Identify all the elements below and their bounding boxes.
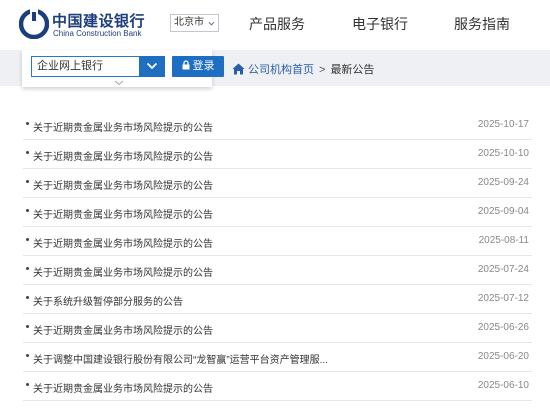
notice-title[interactable]: 关于近期贵金属业务市场风险提示的公告 [33, 206, 213, 221]
logo-english-name: China Construction Bank [53, 29, 142, 38]
notice-date: 2025-09-04 [477, 206, 529, 217]
login-button-label: 登录 [192, 60, 215, 72]
notice-title[interactable]: 关于近期贵金属业务市场风险提示的公告 [33, 119, 213, 134]
breadcrumb-separator: > [319, 64, 326, 76]
notice-title[interactable]: 关于近期贵金属业务市场风险提示的公告 [33, 264, 213, 279]
online-bank-select-value: 企业网上银行 [37, 60, 103, 72]
notice-item[interactable]: 关于近期贵金属业务市场风险提示的公告 2025-09-24 [23, 169, 532, 198]
bullet-dot [26, 296, 29, 299]
ccb-logo[interactable]: 中国建设银行 China Construction Bank [19, 9, 169, 43]
collapse-chevron-icon[interactable] [114, 80, 124, 86]
city-select[interactable]: 北京市 [170, 14, 219, 32]
home-icon [232, 63, 245, 75]
logo-chinese-name: 中国建设银行 [52, 13, 146, 30]
login-button[interactable]: 登录 [172, 56, 224, 77]
breadcrumb-current: 最新公告 [330, 64, 375, 76]
bullet-dot [26, 238, 29, 241]
bullet-dot [26, 383, 29, 386]
bullet-dot [26, 325, 29, 328]
notice-date: 2025-10-10 [477, 148, 529, 159]
notice-title[interactable]: 关于近期贵金属业务市场风险提示的公告 [33, 380, 213, 395]
bullet-dot [26, 180, 29, 183]
notice-item[interactable]: 关于近期贵金属业务市场风险提示的公告 2025-06-10 [23, 372, 532, 401]
notice-item[interactable]: 关于系统升级暂停部分服务的公告 2025-07-12 [23, 285, 532, 314]
bullet-dot [26, 209, 29, 212]
notice-date: 2025-08-11 [478, 235, 529, 246]
notice-item[interactable]: 关于近期贵金属业务市场风险提示的公告 2025-07-24 [23, 256, 532, 285]
chevron-down-icon [208, 21, 215, 26]
notice-date: 2025-07-24 [477, 264, 529, 275]
nav-product-services[interactable]: 产品服务 [249, 14, 305, 34]
notice-item[interactable]: 关于近期贵金属业务市场风险提示的公告 2025-10-10 [23, 140, 532, 169]
notice-date: 2025-09-24 [477, 177, 529, 188]
bullet-dot [26, 267, 29, 270]
notice-date: 2025-07-12 [477, 293, 529, 304]
lock-icon [182, 60, 189, 70]
city-select-value: 北京市 [174, 17, 204, 28]
notice-title[interactable]: 关于近期贵金属业务市场风险提示的公告 [33, 177, 213, 192]
online-bank-select[interactable]: 企业网上银行 [31, 56, 165, 77]
site-header: 中国建设银行 China Construction Bank 北京市 产品服务 … [0, 0, 550, 50]
chevron-down-icon [146, 62, 158, 70]
breadcrumb-home-link[interactable]: 公司机构首页 [248, 64, 314, 76]
nav-e-banking[interactable]: 电子银行 [352, 14, 408, 34]
nav-service-guide[interactable]: 服务指南 [454, 14, 510, 34]
notice-title[interactable]: 关于调整中国建设银行股份有限公司“龙智赢”运营平台资产管理服... [33, 351, 328, 366]
notice-title[interactable]: 关于近期贵金属业务市场风险提示的公告 [33, 235, 213, 250]
notice-date: 2025-06-26 [477, 322, 529, 333]
bank-select-dropdown-button[interactable] [139, 56, 165, 77]
notice-list: 关于近期贵金属业务市场风险提示的公告 2025-10-17 关于近期贵金属业务市场… [23, 111, 532, 401]
breadcrumb: 公司机构首页 > 最新公告 [232, 61, 374, 77]
bullet-dot [26, 122, 29, 125]
notice-date: 2025-10-17 [477, 119, 529, 130]
notice-item[interactable]: 关于调整中国建设银行股份有限公司“龙智赢”运营平台资产管理服... 2025-06… [23, 343, 532, 372]
notice-item[interactable]: 关于近期贵金属业务市场风险提示的公告 2025-10-17 [23, 111, 532, 140]
notice-item[interactable]: 关于近期贵金属业务市场风险提示的公告 2025-08-11 [23, 227, 532, 256]
notice-title[interactable]: 关于近期贵金属业务市场风险提示的公告 [33, 148, 213, 163]
notice-date: 2025-06-20 [477, 351, 529, 362]
notice-title[interactable]: 关于近期贵金属业务市场风险提示的公告 [33, 322, 213, 337]
notice-date: 2025-06-10 [477, 380, 529, 391]
notice-title[interactable]: 关于系统升级暂停部分服务的公告 [33, 293, 183, 308]
bullet-dot [26, 354, 29, 357]
notice-item[interactable]: 关于近期贵金属业务市场风险提示的公告 2025-06-26 [23, 314, 532, 343]
bullet-dot [26, 151, 29, 154]
ccb-logo-icon [19, 9, 49, 39]
notice-item[interactable]: 关于近期贵金属业务市场风险提示的公告 2025-09-04 [23, 198, 532, 227]
